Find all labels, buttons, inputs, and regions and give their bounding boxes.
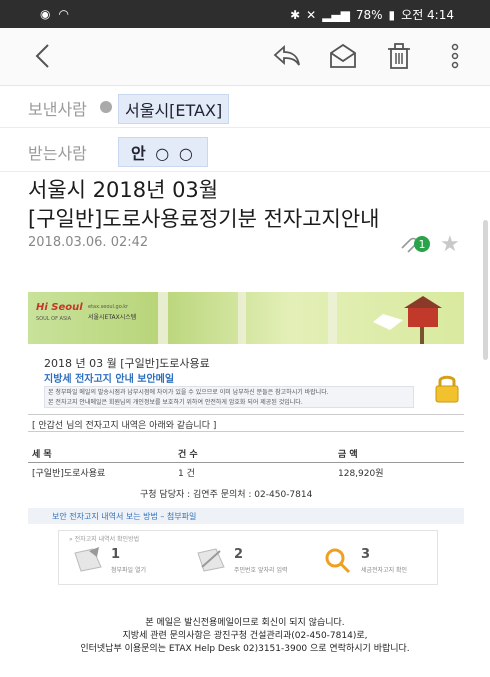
sender-row: 보낸사람 서울시[ETAX] [0, 86, 490, 128]
etax-brand: 서울시ETAX시스템 [88, 314, 137, 321]
tax-table: 세 목 건 수 금 액 [구일반]도로사용료 1 건 128,920원 [28, 445, 464, 481]
scrollbar[interactable] [483, 220, 488, 360]
hi-seoul-sub: SOUL OF ASIA [36, 316, 72, 322]
sender-chip[interactable]: 서울시[ETAX] [118, 94, 230, 124]
notice-line-1: 본 청부파일 메일의 발송시점과 납부시점에 차이가 있을 수 있으므로 이미 … [48, 389, 329, 396]
open-file-icon [74, 547, 102, 572]
cell-item: [구일반]도로사용료 [32, 468, 106, 479]
trash-icon[interactable] [384, 42, 414, 70]
padlock-icon [430, 372, 464, 410]
subject-line-2: [구일반]도로사용료정기분 전자고지안내 [28, 207, 380, 231]
step-1-num: 1 [111, 547, 121, 562]
mark-unread-icon[interactable] [328, 42, 358, 70]
guide-title: 보안 전자고지 내역서 보는 방법 – 첨부파일 [28, 508, 464, 524]
notification-icon: ◉ [40, 7, 51, 21]
recipient-chip[interactable]: 안 ○ ○ [118, 137, 208, 167]
etax-banner: Hi Seoul SOUL OF ASIA etax.seoul.go.kr 서… [28, 292, 464, 344]
email-subject: 서울시 2018년 03월 [구일반]도로사용료정기분 전자고지안내 [28, 176, 380, 234]
notice-box: 본 청부파일 메일의 발송시점과 납부시점에 차이가 있을 수 있으므로 이미 … [44, 386, 414, 408]
guide-step-3: 3 세금전자고지 확인 [321, 545, 431, 579]
step-1-text: 첨부파일 열기 [111, 567, 147, 574]
table-header: 세 목 건 수 금 액 [28, 445, 464, 463]
guide-box: » 전자고지 내역서 확인방법 1 첨부파일 열기 2 주민번호 앞자리 입력 … [58, 530, 438, 585]
subject-line-1: 서울시 2018년 03월 [28, 178, 219, 202]
bluetooth-icon: ✱ [290, 7, 301, 22]
wifi-icon: ◠ [58, 7, 69, 21]
step-2-num: 2 [234, 547, 244, 562]
footer-line-3: 인터넷납부 이용문의는 ETAX Help Desk 02)3151-3900 … [80, 644, 410, 654]
footer-line-2: 지방세 관련 문의사항은 광진구청 건설관리과(02-450-7814)로, [122, 631, 368, 641]
cell-count: 1 건 [178, 468, 195, 479]
notice-line-2: 본 전자고지 안내메일은 회원님의 개인정보를 보호하기 위하여 안전하게 암호… [48, 399, 303, 406]
hi-seoul-logo: Hi Seoul [36, 302, 83, 313]
sender-label: 보낸사람 [28, 100, 87, 119]
magnifier-icon [325, 548, 351, 574]
email-date: 2018.03.06. 02:42 [28, 235, 149, 250]
star-icon[interactable]: ★ [440, 232, 460, 257]
back-arrow-icon[interactable] [30, 42, 58, 70]
signal-icon: ▂▄▆ [322, 7, 350, 22]
email-toolbar [0, 28, 490, 86]
battery-percent: 78% [355, 7, 383, 22]
table-row: [구일반]도로사용료 1 건 128,920원 [28, 463, 464, 481]
mute-icon: ✕ [306, 7, 317, 22]
step-3-text: 세금전자고지 확인 [361, 567, 408, 574]
guide-step-1: 1 첨부파일 열기 [71, 545, 181, 579]
vip-icon [100, 101, 112, 113]
step-3-num: 3 [361, 547, 371, 562]
footer-line-1: 본 메일은 발신전용메일이므로 회신이 되지 않습니다. [145, 618, 345, 628]
step-2-text: 주민번호 앞자리 입력 [234, 567, 288, 574]
guide-step-2: 2 주민번호 앞자리 입력 [194, 545, 304, 579]
officer-contact: 구청 담당자 : 김연주 문의처 : 02-450-7814 [140, 490, 313, 500]
status-bar: ◉ ◠ ✱ ✕ ▂▄▆ 78% ▮ 오전 4:14 [0, 0, 490, 28]
enter-id-icon [197, 548, 225, 572]
reply-icon[interactable] [272, 42, 302, 70]
email-heading: 2018 년 03 월 [구일반]도로사용료 [44, 357, 210, 370]
cell-amount: 128,920원 [338, 468, 384, 479]
guide-caption: » 전자고지 내역서 확인방법 [69, 536, 140, 543]
attachment-count: 1 [419, 238, 426, 251]
recipient-intro: [ 안갑선 님의 전자고지 내역은 아래와 같습니다 ] [28, 414, 464, 432]
etax-site: etax.seoul.go.kr [88, 304, 129, 310]
recipient-label: 받는사람 [28, 144, 87, 163]
more-vert-icon[interactable] [440, 42, 470, 70]
clock: 오전 4:14 [401, 8, 454, 22]
email-subheading: 지방세 전자고지 안내 보안메일 [44, 374, 175, 385]
recipient-row: 받는사람 안 ○ ○ [0, 128, 490, 172]
header-amount: 금 액 [338, 450, 358, 460]
battery-icon: ▮ [388, 7, 396, 22]
header-item: 세 목 [32, 450, 52, 460]
attachment-indicator[interactable]: 1 [398, 234, 432, 258]
header-count: 건 수 [178, 450, 198, 460]
